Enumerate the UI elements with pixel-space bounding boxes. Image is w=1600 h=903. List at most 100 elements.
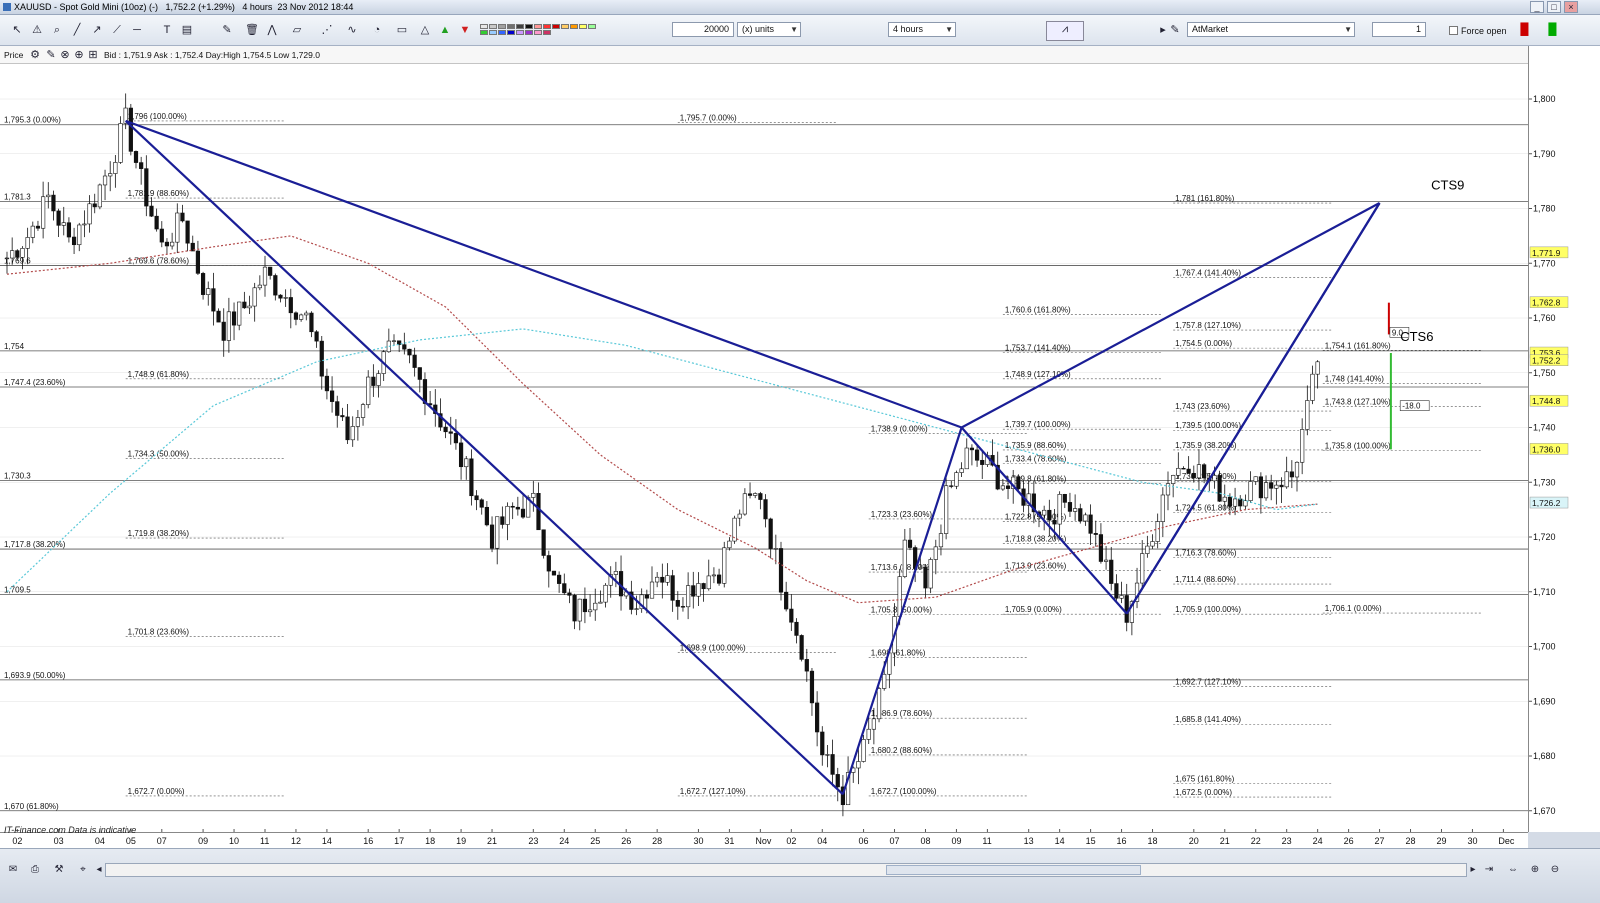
level-label: 1,754 [4, 342, 25, 351]
color-swatch[interactable] [498, 24, 506, 29]
buy-button-icon[interactable]: ▉ [1546, 23, 1560, 37]
pin-icon[interactable]: ⌖ [76, 863, 90, 877]
order-type-select[interactable]: AtMarket ▼ [1187, 22, 1355, 37]
channel-icon[interactable]: ▱ [290, 23, 304, 37]
horizontal-line-icon[interactable]: ─ [130, 23, 144, 37]
color-swatch[interactable] [534, 30, 542, 35]
fib-label: 1,754.1 (161.80%) [1325, 341, 1391, 350]
color-swatch[interactable] [579, 24, 587, 29]
candle [1300, 429, 1305, 463]
candle [1155, 521, 1160, 542]
candle [804, 659, 809, 672]
tools-icon[interactable]: ⚒ [52, 863, 66, 877]
timeframe-value: 4 hours [893, 24, 924, 34]
price-chart[interactable]: 1,795.3 (0.00%)1,781.31,769.61,7541,747.… [0, 64, 1528, 832]
color-swatch[interactable] [543, 30, 551, 35]
candle [299, 314, 304, 320]
triangle-icon[interactable]: △ [418, 23, 432, 37]
zoom-in-icon[interactable]: ⊕ [1528, 863, 1542, 877]
scroll-end-icon[interactable]: ⇥ [1482, 863, 1496, 877]
candle [587, 609, 593, 613]
date-tick-label: 19 [456, 836, 466, 846]
minimize-button[interactable]: _ [1530, 1, 1544, 13]
cycle-icon[interactable]: ◔ [370, 23, 384, 37]
maximize-button[interactable]: □ [1547, 1, 1561, 13]
wave-icon[interactable]: ∿ [345, 23, 359, 37]
moving-average-cyan [6, 328, 1318, 593]
fan-icon[interactable]: ⋰ [320, 23, 334, 37]
wrench-icon[interactable]: ⚙ [28, 48, 42, 62]
candle [706, 575, 711, 590]
color-swatch[interactable] [570, 24, 578, 29]
order-marker-label: -18.0 [1402, 402, 1421, 411]
color-swatch[interactable] [516, 30, 524, 35]
scrollbar-thumb[interactable] [886, 865, 1141, 875]
rectangle-icon[interactable]: ▭ [395, 23, 409, 37]
close-icon[interactable]: ⊗ [58, 48, 72, 62]
horizontal-scrollbar[interactable] [105, 863, 1467, 877]
candle [1124, 595, 1129, 623]
color-swatch[interactable] [507, 24, 515, 29]
order-icon[interactable]: ✎ [1168, 23, 1182, 37]
color-swatch[interactable] [525, 30, 533, 35]
color-swatch[interactable] [543, 24, 551, 29]
zoom-out-icon[interactable]: ⊖ [1548, 863, 1562, 877]
order-type-value: AtMarket [1192, 24, 1229, 34]
color-swatch[interactable] [588, 24, 596, 29]
trendline-icon[interactable]: ⟋ [110, 23, 124, 37]
color-palette[interactable] [480, 24, 602, 36]
text-icon[interactable]: T [160, 23, 174, 37]
date-axis[interactable]: 02 03 04 05 07 09 10 11 12 14 16 17 18 19 21 23 24 25 26 28… [0, 832, 1528, 848]
buy-arrow-icon[interactable]: ▲ [438, 23, 452, 37]
add-study-icon[interactable]: ⊞ [86, 48, 100, 62]
fibonacci-icon[interactable]: ▤ [180, 23, 194, 37]
edit-icon[interactable]: ✎ [44, 48, 58, 62]
color-swatch[interactable] [561, 24, 569, 29]
color-swatch[interactable] [552, 24, 560, 29]
chart-area[interactable]: 1,795.3 (0.00%) 1,781.3 1,769.6 1,754 1,747.… [0, 64, 1528, 832]
candle [288, 297, 293, 314]
units-select[interactable]: (x) units ▼ [737, 22, 801, 37]
candle [46, 194, 51, 198]
color-swatch[interactable] [498, 30, 506, 35]
print-icon[interactable]: ⎙ [28, 863, 42, 877]
sell-arrow-icon[interactable]: ▼ [458, 23, 472, 37]
color-swatch[interactable] [480, 24, 488, 29]
color-swatch[interactable] [507, 30, 515, 35]
scroll-left-icon[interactable]: ◂ [92, 863, 106, 877]
lots-stepper[interactable]: 1 [1372, 22, 1426, 37]
color-swatch[interactable] [489, 30, 497, 35]
force-open-checkbox[interactable] [1449, 26, 1458, 35]
candle [71, 236, 77, 246]
candle [51, 194, 56, 212]
ray-icon[interactable]: ↗ [90, 23, 104, 37]
color-swatch[interactable] [480, 30, 488, 35]
chevron-down-icon: ▼ [790, 25, 798, 34]
chart-type-icon[interactable]: ⩘ [1046, 21, 1084, 41]
price-axis[interactable]: 1,800 1,790 1,780 1,770 1,760 1,750 1,740 1,730… [1528, 46, 1600, 832]
candle [551, 570, 557, 576]
fib-label: 1,698 (61.80%) [871, 648, 926, 657]
add-indicator-icon[interactable]: ⊕ [72, 48, 86, 62]
color-swatch[interactable] [489, 24, 497, 29]
scroll-right-icon[interactable]: ▸ [1466, 863, 1480, 877]
pattern-icon[interactable]: ⋀ [265, 23, 279, 37]
timeframe-select[interactable]: 4 hours ▼ [888, 22, 956, 37]
zoom-icon[interactable]: ⌕ [50, 23, 64, 37]
quantity-input[interactable]: 20000 [672, 22, 734, 37]
mail-icon[interactable]: ✉ [6, 863, 20, 877]
tools-icon[interactable]: ✎ [220, 23, 234, 37]
color-swatch[interactable] [516, 24, 524, 29]
date-tick-label: 10 [229, 836, 239, 846]
cursor-icon[interactable]: ↖ [10, 23, 24, 37]
line-icon[interactable]: ╱ [70, 23, 84, 37]
alarm-icon[interactable]: ⚠ [30, 23, 44, 37]
delete-icon[interactable]: 🗑 [245, 23, 259, 37]
color-swatch[interactable] [534, 24, 542, 29]
color-swatch[interactable] [525, 24, 533, 29]
candle [541, 529, 546, 556]
fit-icon[interactable]: ⇔ [1506, 863, 1520, 877]
date-tick-label: 29 [1436, 836, 1446, 846]
close-window-button[interactable]: × [1564, 1, 1578, 13]
sell-button-icon[interactable]: ▉ [1518, 23, 1532, 37]
